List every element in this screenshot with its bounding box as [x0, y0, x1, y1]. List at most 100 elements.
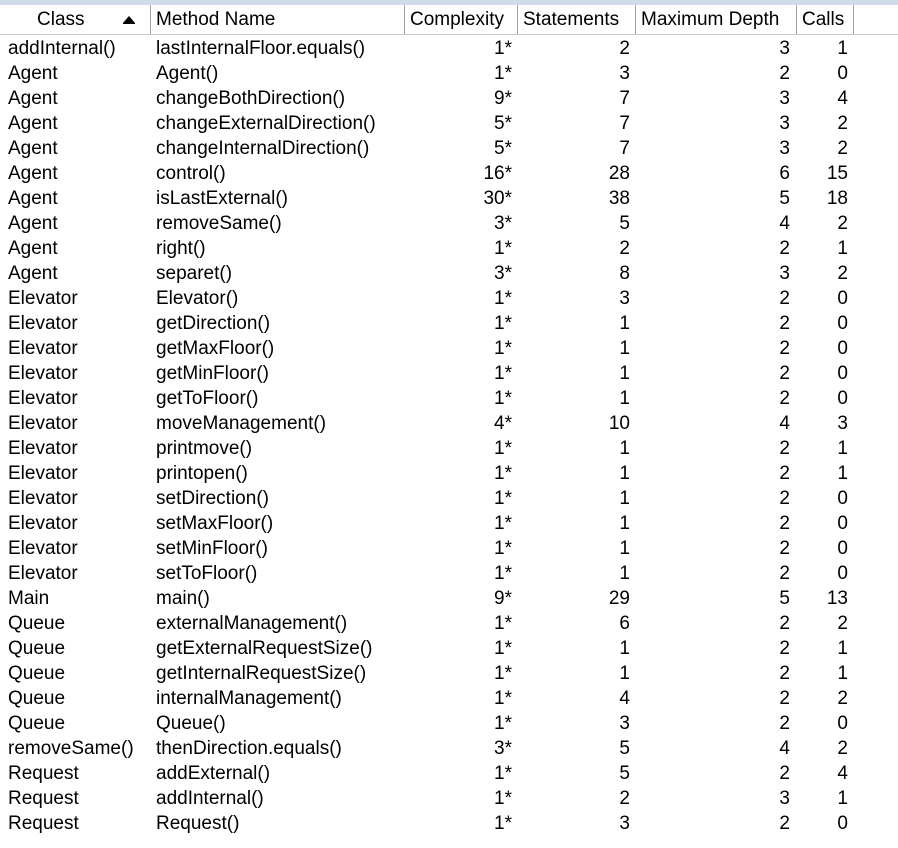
method-name-cell: setDirection()	[156, 488, 269, 509]
table-row[interactable]: Elevator getMinFloor() 1* 1 2 0	[0, 361, 898, 386]
table-row[interactable]: Elevator printmove() 1* 1 2 1	[0, 436, 898, 461]
table-row[interactable]: Request Request() 1* 3 2 0	[0, 811, 898, 836]
complexity-cell: 1*	[494, 338, 512, 359]
method-name-cell: Elevator()	[156, 288, 239, 309]
method-name-cell: printmove()	[156, 438, 253, 459]
table-row[interactable]: Elevator setMaxFloor() 1* 1 2 0	[0, 511, 898, 536]
table-row[interactable]: Agent removeSame() 3* 5 4 2	[0, 211, 898, 236]
class-name-cell: Elevator	[8, 413, 78, 434]
maximum-depth-cell: 3	[779, 88, 790, 109]
class-name-cell: Queue	[8, 638, 66, 659]
class-name-cell: Agent	[8, 88, 58, 109]
column-header-statements[interactable]: Statements	[518, 5, 636, 34]
table-row[interactable]: removeSame() thenDirection.equals() 3* 5 4 2	[0, 736, 898, 761]
table-row[interactable]: Elevator setDirection() 1* 1 2 0	[0, 486, 898, 511]
table-row[interactable]: Queue externalManagement() 1* 6 2 2	[0, 611, 898, 636]
maximum-depth-cell: 2	[779, 613, 790, 634]
statements-cell: 29	[608, 588, 630, 609]
table-row[interactable]: Agent control() 16* 28 6 15	[0, 161, 898, 186]
statements-cell: 5	[619, 738, 630, 759]
column-header-maximum-depth[interactable]: Maximum Depth	[636, 5, 797, 34]
table-row[interactable]: Elevator printopen() 1* 1 2 1	[0, 461, 898, 486]
table-row[interactable]: Elevator getMaxFloor() 1* 1 2 0	[0, 336, 898, 361]
table-row[interactable]: Elevator setToFloor() 1* 1 2 0	[0, 561, 898, 586]
maximum-depth-cell: 2	[779, 813, 790, 834]
table-row[interactable]: Request addExternal() 1* 5 2 4	[0, 761, 898, 786]
class-name-cell: Queue	[8, 663, 66, 684]
table-row[interactable]: Agent changeBothDirection() 9* 7 3 4	[0, 86, 898, 111]
complexity-cell: 1*	[494, 513, 512, 534]
maximum-depth-cell: 2	[779, 513, 790, 534]
calls-cell: 1	[837, 238, 848, 259]
maximum-depth-cell: 2	[779, 563, 790, 584]
statements-cell: 8	[619, 263, 630, 284]
table-row[interactable]: Agent isLastExternal() 30* 38 5 18	[0, 186, 898, 211]
maximum-depth-cell: 2	[779, 763, 790, 784]
complexity-cell: 1*	[494, 63, 512, 84]
method-name-cell: getMaxFloor()	[156, 338, 275, 359]
class-name-cell: removeSame()	[8, 738, 134, 759]
maximum-depth-cell: 3	[779, 138, 790, 159]
column-header-complexity[interactable]: Complexity	[405, 5, 518, 34]
statements-cell: 7	[619, 113, 630, 134]
table-row[interactable]: Agent Agent() 1* 3 2 0	[0, 61, 898, 86]
complexity-cell: 1*	[494, 688, 512, 709]
maximum-depth-cell: 3	[779, 113, 790, 134]
table-row[interactable]: Request addInternal() 1* 2 3 1	[0, 786, 898, 811]
table-row[interactable]: Queue getInternalRequestSize() 1* 1 2 1	[0, 661, 898, 686]
column-header-method-name[interactable]: Method Name	[151, 5, 405, 34]
statements-cell: 2	[619, 788, 630, 809]
table-row[interactable]: Elevator moveManagement() 4* 10 4 3	[0, 411, 898, 436]
statements-cell: 4	[619, 688, 630, 709]
table-row[interactable]: Elevator setMinFloor() 1* 1 2 0	[0, 536, 898, 561]
method-name-cell: separet()	[156, 263, 233, 284]
complexity-cell: 3*	[494, 263, 512, 284]
table-row[interactable]: Queue internalManagement() 1* 4 2 2	[0, 686, 898, 711]
complexity-cell: 4*	[494, 413, 512, 434]
maximum-depth-cell: 2	[779, 663, 790, 684]
maximum-depth-cell: 3	[779, 788, 790, 809]
calls-cell: 2	[837, 213, 848, 234]
method-name-cell: getExternalRequestSize()	[156, 638, 373, 659]
statements-cell: 1	[619, 513, 630, 534]
table-row[interactable]: Agent changeExternalDirection() 5* 7 3 2	[0, 111, 898, 136]
statements-cell: 7	[619, 88, 630, 109]
column-header-class[interactable]: Class	[0, 5, 151, 34]
table-row[interactable]: Queue Queue() 1* 3 2 0	[0, 711, 898, 736]
calls-cell: 0	[837, 563, 848, 584]
table-row[interactable]: Queue getExternalRequestSize() 1* 1 2 1	[0, 636, 898, 661]
column-header-complexity-label: Complexity	[410, 9, 504, 30]
class-name-cell: Request	[8, 788, 79, 809]
table-row[interactable]: Elevator Elevator() 1* 3 2 0	[0, 286, 898, 311]
table-row[interactable]: Agent separet() 3* 8 3 2	[0, 261, 898, 286]
column-header-statements-label: Statements	[523, 9, 620, 30]
class-name-cell: Elevator	[8, 388, 78, 409]
sort-ascending-icon	[123, 16, 135, 24]
table-row[interactable]: Main main() 9* 29 5 13	[0, 586, 898, 611]
column-header-calls[interactable]: Calls	[797, 5, 854, 34]
table-row[interactable]: Agent changeInternalDirection() 5* 7 3 2	[0, 136, 898, 161]
class-name-cell: Elevator	[8, 488, 78, 509]
maximum-depth-cell: 2	[779, 488, 790, 509]
table-row[interactable]: Elevator getDirection() 1* 1 2 0	[0, 311, 898, 336]
calls-cell: 4	[837, 763, 848, 784]
method-name-cell: setMinFloor()	[156, 538, 268, 559]
method-name-cell: getMinFloor()	[156, 363, 269, 384]
class-name-cell: Request	[8, 763, 79, 784]
maximum-depth-cell: 2	[779, 288, 790, 309]
calls-cell: 4	[837, 88, 848, 109]
maximum-depth-cell: 5	[779, 188, 790, 209]
complexity-cell: 5*	[494, 113, 512, 134]
class-name-cell: Agent	[8, 213, 58, 234]
column-header-calls-label: Calls	[802, 9, 845, 30]
table-row[interactable]: Elevator getToFloor() 1* 1 2 0	[0, 386, 898, 411]
class-name-cell: Elevator	[8, 538, 78, 559]
table-row[interactable]: addInternal() lastInternalFloor.equals() 1…	[0, 36, 898, 61]
class-name-cell: Agent	[8, 263, 58, 284]
method-name-cell: addInternal()	[156, 788, 264, 809]
complexity-cell: 1*	[494, 813, 512, 834]
table-row[interactable]: Agent right() 1* 2 2 1	[0, 236, 898, 261]
complexity-cell: 1*	[494, 538, 512, 559]
maximum-depth-cell: 4	[779, 413, 790, 434]
maximum-depth-cell: 2	[779, 363, 790, 384]
